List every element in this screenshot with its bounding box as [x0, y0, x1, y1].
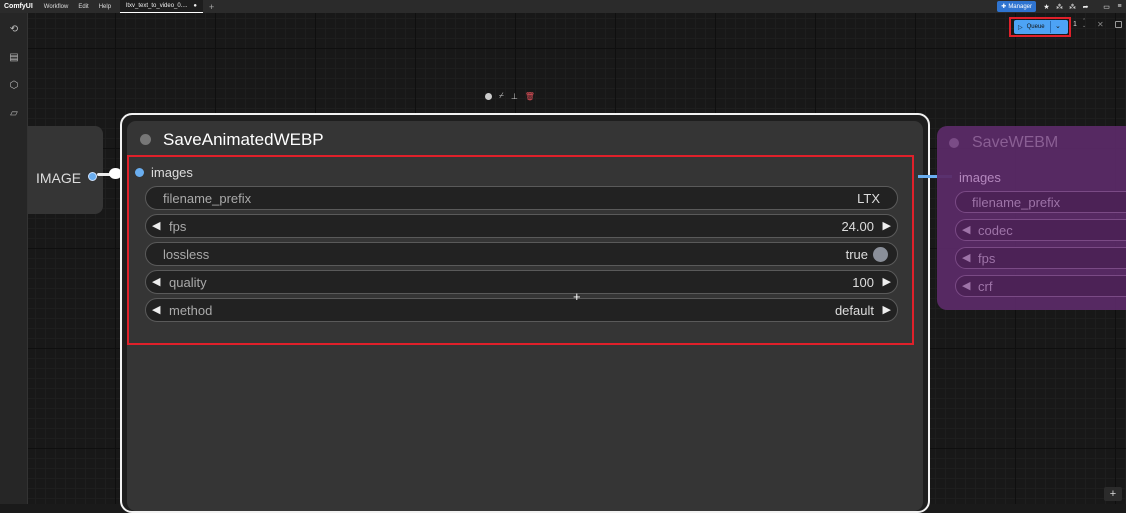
decrement-arrow-icon[interactable]: ◀ [962, 279, 970, 292]
decrement-arrow-icon[interactable]: ◀ [152, 275, 160, 288]
color-picker-icon[interactable] [485, 92, 492, 100]
hamburger-menu-icon[interactable]: ≡ [1113, 0, 1126, 13]
divider [1092, 0, 1100, 13]
add-node-button[interactable]: + [1104, 487, 1122, 501]
increment-arrow-icon[interactable]: ▶ [883, 275, 891, 288]
widget-name: fps [978, 251, 996, 266]
widget-value: LTX [857, 191, 880, 206]
webm-collapse-dot[interactable] [949, 138, 959, 148]
webm-codec-widget[interactable]: ◀ codec [955, 219, 1126, 241]
widget-name: method [169, 303, 213, 318]
share-icon[interactable]: ➦ [1079, 0, 1092, 13]
webm-images-input-label: images [959, 170, 1001, 185]
next-arrow-icon[interactable]: ▶ [883, 303, 891, 316]
images-input-label: images [151, 165, 193, 180]
new-tab-button[interactable]: + [203, 2, 220, 12]
crosshair-cursor-icon: + [573, 289, 581, 304]
toggle-knob-icon[interactable] [873, 247, 888, 262]
queue-list-icon[interactable]: ▤ [8, 51, 20, 63]
menu-help[interactable]: Help [94, 4, 116, 10]
play-icon: ▷ [1018, 24, 1023, 31]
queue-label: Queue [1026, 24, 1045, 30]
left-sidebar: ⟲ ▤ ⬡ ▱ [0, 13, 28, 504]
webm-fps-widget[interactable]: ◀ fps [955, 247, 1126, 269]
widget-name: filename_prefix [163, 191, 252, 206]
pin-icon[interactable]: ⊥ [511, 92, 518, 101]
widget-value: true [845, 247, 868, 262]
menu-workflow[interactable]: Workflow [39, 4, 74, 10]
queue-count-stepper-icon[interactable]: ⌃ ⌄ [1082, 19, 1086, 29]
puzzle-icon: ✚ [1001, 4, 1007, 10]
workflow-tab-label: ltxv_text_to_video_0.... [126, 3, 188, 9]
manager-button[interactable]: ✚ Manager [997, 1, 1036, 12]
widget-name: crf [978, 279, 993, 294]
webm-node-title[interactable]: SaveWEBM [972, 134, 1058, 152]
app-logo[interactable]: ComfyUI [0, 3, 39, 10]
stop-icon[interactable] [1115, 21, 1122, 28]
previous-arrow-icon[interactable]: ◀ [962, 223, 970, 236]
queue-count[interactable]: 1 [1073, 21, 1077, 28]
workflow-tab[interactable]: ltxv_text_to_video_0.... ● [120, 0, 204, 13]
method-combo-widget[interactable]: ◀ method default ▶ [145, 298, 898, 322]
unsaved-dot-icon[interactable]: ● [193, 3, 197, 9]
widget-value: default [834, 303, 874, 318]
node-selection-toolbar: ⌿ ⊥ 🗑 [485, 91, 535, 101]
previous-arrow-icon[interactable]: ◀ [152, 303, 160, 316]
queue-divider [1050, 21, 1051, 33]
quality-widget[interactable]: ◀ quality 100 ▶ [145, 270, 898, 294]
fps-widget[interactable]: ◀ fps 24.00 ▶ [145, 214, 898, 238]
lossless-toggle-widget[interactable]: lossless true [145, 242, 898, 266]
bypass-icon[interactable]: ⌿ [499, 91, 504, 101]
widget-name: filename_prefix [972, 195, 1061, 210]
node-collapse-dot[interactable] [140, 134, 151, 145]
update-icon[interactable]: ⁂ [1066, 0, 1079, 13]
history-icon[interactable]: ⟲ [8, 23, 20, 35]
image-source-node[interactable]: IMAGE [28, 126, 103, 214]
node-title[interactable]: SaveAnimatedWEBP [163, 130, 324, 150]
workflows-folder-icon[interactable]: ▱ [8, 107, 20, 119]
widget-value: 24.00 [841, 219, 874, 234]
images-input-slot[interactable] [135, 168, 144, 177]
top-menu-bar: ComfyUI Workflow Edit Help ltxv_text_to_… [0, 0, 1126, 13]
widget-value: 100 [852, 275, 874, 290]
decrement-arrow-icon[interactable]: ◀ [152, 219, 160, 232]
image-output-slot[interactable] [88, 172, 97, 181]
conflict-icon[interactable]: ⁂ [1053, 0, 1066, 13]
close-icon[interactable]: ✕ [1097, 20, 1104, 29]
delete-icon[interactable]: 🗑 [525, 92, 535, 101]
widget-name: lossless [163, 247, 210, 262]
menu-edit[interactable]: Edit [73, 4, 93, 10]
star-icon[interactable]: ★ [1040, 0, 1053, 13]
increment-arrow-icon[interactable]: ▶ [883, 219, 891, 232]
panel-toggle-icon[interactable]: ▭ [1100, 0, 1113, 13]
decrement-arrow-icon[interactable]: ◀ [962, 251, 970, 264]
manager-label: Manager [1008, 3, 1032, 10]
widget-name: quality [169, 275, 207, 290]
queue-button[interactable]: ▷ Queue ⌄ [1014, 20, 1068, 34]
chevron-down-icon[interactable]: ⌄ [1055, 22, 1061, 30]
webm-crf-widget[interactable]: ◀ crf [955, 275, 1126, 297]
webm-filename-prefix-widget[interactable]: filename_prefix [955, 191, 1126, 213]
topbar-right-actions: ✚ Manager ★ ⁂ ⁂ ➦ ▭ ≡ [997, 0, 1126, 13]
image-output-label: IMAGE [36, 170, 82, 186]
filename-prefix-widget[interactable]: filename_prefix LTX [145, 186, 898, 210]
widget-name: fps [169, 219, 187, 234]
widget-name: codec [978, 223, 1013, 238]
model-library-icon[interactable]: ⬡ [8, 79, 20, 91]
